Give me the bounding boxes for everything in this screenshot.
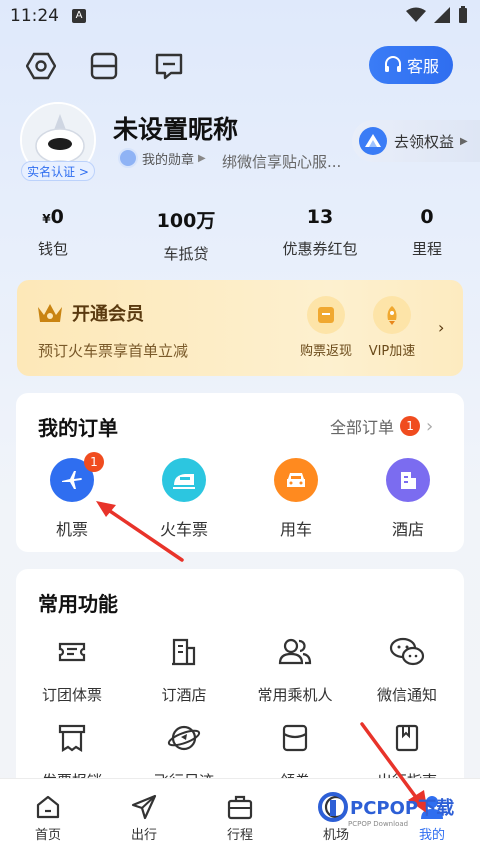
cashback-icon xyxy=(307,296,345,334)
cashback-label: 购票返现 xyxy=(299,344,352,359)
status-indicators xyxy=(406,6,468,24)
wallet-label: 钱包 xyxy=(37,240,68,258)
battery-icon xyxy=(459,6,467,23)
vip-subtitle: 预订火车票享首单立减 xyxy=(38,342,189,360)
mileage-label: 里程 xyxy=(411,240,442,258)
hotel-label: 酒店 xyxy=(391,520,424,539)
hotel-icon xyxy=(386,458,430,502)
stat-coupons[interactable]: 13 优惠券红包 xyxy=(270,206,370,259)
car-loan-label: 车抵贷 xyxy=(163,245,209,263)
rights-label: 去领权益 xyxy=(394,132,455,151)
stat-mileage[interactable]: 0 里程 xyxy=(377,206,477,259)
annotation-arrow-icon xyxy=(96,501,184,562)
nav-home-label: 首页 xyxy=(34,828,61,843)
ticket-icon xyxy=(52,632,92,672)
function-book-hotel[interactable]: 订酒店 xyxy=(129,632,239,705)
medal-icon xyxy=(118,148,138,168)
message-icon[interactable] xyxy=(153,50,185,82)
nav-trip-label: 行程 xyxy=(226,828,253,843)
nav-travel[interactable]: 出行 xyxy=(96,790,192,843)
watermark-logo-icon xyxy=(318,792,348,822)
status-time: 11:24 xyxy=(10,6,59,26)
headset-icon xyxy=(384,56,401,72)
function-passengers[interactable]: 常用乘机人 xyxy=(240,632,350,705)
invoice-icon xyxy=(52,718,92,758)
stat-car-loan[interactable]: 100万 车抵贷 xyxy=(136,206,236,264)
flight-badge: 1 xyxy=(84,452,104,472)
chevron-right-icon: › xyxy=(426,415,434,437)
triangle-right-icon: ▶ xyxy=(198,152,206,164)
settings-icon[interactable] xyxy=(25,50,57,82)
crown-icon xyxy=(38,304,62,322)
rocket-icon xyxy=(373,296,411,334)
vip-chevron-icon[interactable]: › xyxy=(438,318,444,337)
home-icon xyxy=(0,790,96,824)
all-orders-badge: 1 xyxy=(400,416,421,436)
medal-label: 我的勋章 xyxy=(142,152,195,168)
all-orders-label: 全部订单 xyxy=(330,418,395,437)
coupons-label: 优惠券红包 xyxy=(282,240,358,258)
nav-travel-label: 出行 xyxy=(130,828,157,843)
send-icon xyxy=(96,790,192,824)
order-hotel[interactable]: 酒店 xyxy=(363,458,453,540)
wallet-currency: ¥ xyxy=(42,212,51,226)
orders-title: 我的订单 xyxy=(38,416,118,440)
function-group-ticket[interactable]: 订团体票 xyxy=(17,632,127,705)
car-icon xyxy=(274,458,318,502)
vip-title-text: 开通会员 xyxy=(72,304,144,325)
chevron-right-icon: ▶ xyxy=(460,135,468,147)
car-label: 用车 xyxy=(279,520,312,539)
coupon-icon xyxy=(275,718,315,758)
nav-home[interactable]: 首页 xyxy=(0,790,96,843)
nav-trip[interactable]: 行程 xyxy=(192,790,288,843)
people-icon xyxy=(275,632,315,672)
all-orders-link[interactable]: 全部订单 1 › xyxy=(330,414,433,438)
stat-wallet[interactable]: ¥0 钱包 xyxy=(3,206,103,259)
watermark: PCPOP下载 PCPOP Download xyxy=(318,792,455,828)
building-icon xyxy=(164,632,204,672)
passengers-label: 常用乘机人 xyxy=(257,686,333,704)
vip-title: 开通会员 xyxy=(36,300,144,326)
plane-icon: 1 xyxy=(50,452,104,502)
customer-service-button[interactable]: 客服 xyxy=(369,46,453,84)
function-wechat-notify[interactable]: 微信通知 xyxy=(352,632,462,705)
service-label: 客服 xyxy=(406,57,439,76)
vip-speedup[interactable]: VIP加速 xyxy=(357,296,427,359)
notification-a-icon: A xyxy=(72,9,86,23)
watermark-subtext: PCPOP Download xyxy=(348,820,409,828)
car-loan-value: 100万 xyxy=(156,210,216,232)
wechat-bind-tip[interactable]: 绑微信享贴心服... xyxy=(222,151,350,172)
wechat-notify-label: 微信通知 xyxy=(376,686,437,704)
group-ticket-label: 订团体票 xyxy=(41,686,102,704)
chat-icon xyxy=(387,632,427,672)
scan-icon[interactable] xyxy=(88,50,120,82)
medal-link[interactable]: 我的勋章 ▶ xyxy=(118,148,206,168)
watermark-text: PCPOP下载 xyxy=(350,798,455,819)
mountain-icon xyxy=(359,127,387,155)
mileage-value: 0 xyxy=(420,206,434,228)
book-hotel-label: 订酒店 xyxy=(161,686,207,704)
bag-icon xyxy=(192,790,288,824)
functions-title: 常用功能 xyxy=(38,592,118,616)
verify-badge[interactable]: 实名认证 > xyxy=(21,161,95,181)
speedup-label: VIP加速 xyxy=(368,344,416,359)
order-car[interactable]: 用车 xyxy=(251,458,341,540)
rights-button[interactable]: 去领权益 ▶ xyxy=(352,120,480,162)
coupons-value: 13 xyxy=(306,206,334,228)
nickname[interactable]: 未设置昵称 xyxy=(113,110,238,146)
signal-icon xyxy=(434,7,450,23)
planet-icon xyxy=(164,718,204,758)
wallet-value: 0 xyxy=(50,206,64,228)
wifi-icon xyxy=(406,7,426,22)
vip-cashback[interactable]: 购票返现 xyxy=(291,296,361,359)
